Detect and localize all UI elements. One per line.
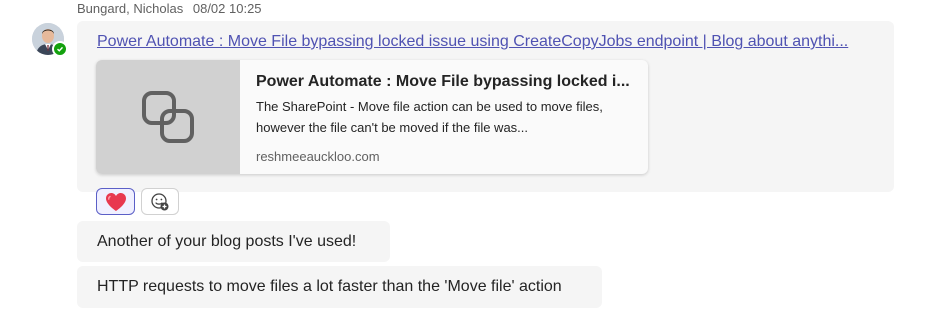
message-bubble[interactable]: HTTP requests to move files a lot faster… xyxy=(77,266,602,308)
message-meta: Bungard, Nicholas 08/02 10:25 xyxy=(77,1,262,16)
presence-available-icon xyxy=(52,41,68,57)
link-preview-domain: reshmeeauckloo.com xyxy=(256,149,380,164)
link-icon xyxy=(142,91,194,143)
message-bubble[interactable]: Power Automate : Move File bypassing loc… xyxy=(77,21,894,192)
message-text: Another of your blog posts I've used! xyxy=(97,232,357,250)
heart-icon xyxy=(105,192,126,211)
add-reaction-button[interactable] xyxy=(141,188,179,215)
link-preview-title: Power Automate : Move File bypassing loc… xyxy=(256,73,630,90)
add-reaction-icon xyxy=(151,192,169,210)
message-link[interactable]: Power Automate : Move File bypassing loc… xyxy=(97,33,848,51)
link-preview-description: The SharePoint - Move file action can be… xyxy=(256,99,603,135)
message-bubble[interactable]: Another of your blog posts I've used! xyxy=(77,221,390,262)
link-preview-thumbnail xyxy=(96,60,240,174)
link-preview-card[interactable]: Power Automate : Move File bypassing loc… xyxy=(96,60,648,174)
avatar[interactable] xyxy=(32,23,68,57)
author-name[interactable]: Bungard, Nicholas xyxy=(77,1,183,16)
message-text: HTTP requests to move files a lot faster… xyxy=(97,278,562,295)
message-timestamp: 08/02 10:25 xyxy=(192,1,262,16)
heart-reaction-button[interactable] xyxy=(96,188,135,215)
